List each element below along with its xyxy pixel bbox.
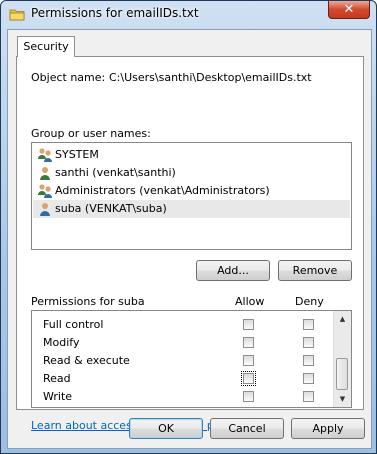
allow-checkbox[interactable]: [241, 371, 256, 386]
list-item-selected[interactable]: suba (VENKAT\suba): [33, 200, 350, 218]
scroll-up-arrow-icon[interactable]: ▲: [334, 311, 351, 327]
apply-button[interactable]: Apply: [291, 418, 365, 439]
allow-checkbox[interactable]: [243, 319, 254, 330]
folder-icon: [9, 9, 25, 21]
add-button[interactable]: Add...: [196, 260, 270, 281]
permission-name: Modify: [43, 336, 80, 349]
deny-checkbox[interactable]: [303, 373, 314, 384]
group-users-icon: [38, 148, 52, 162]
remove-button[interactable]: Remove: [278, 260, 352, 281]
user-icon: [40, 203, 50, 216]
list-item-label: suba (VENKAT\suba): [55, 202, 167, 215]
list-item-label: Administrators (venkat\Administrators): [55, 184, 270, 197]
group-names-label: Group or user names:: [31, 127, 151, 140]
deny-checkbox[interactable]: [303, 391, 314, 402]
object-name-value: C:\Users\santhi\Desktop\emailIDs.txt: [109, 71, 312, 84]
permission-name: Read & execute: [43, 354, 130, 367]
tab-security[interactable]: Security: [17, 36, 75, 57]
scroll-down-arrow-icon[interactable]: ▼: [334, 391, 351, 407]
allow-checkbox[interactable]: [243, 355, 254, 366]
deny-checkbox[interactable]: [303, 337, 314, 348]
permission-row: Read & execute: [32, 352, 334, 370]
permission-name: Write: [43, 390, 73, 403]
deny-checkbox[interactable]: [303, 319, 314, 330]
scrollbar-thumb[interactable]: [336, 358, 348, 390]
allow-checkbox[interactable]: [243, 337, 254, 348]
list-item[interactable]: SYSTEM: [33, 146, 350, 164]
group-users-icon: [38, 184, 52, 198]
object-name-label: Object name:: [31, 71, 106, 84]
close-button[interactable]: ✕: [328, 1, 370, 19]
window-title: Permissions for emailIDs.txt: [31, 6, 199, 20]
user-icon: [40, 167, 50, 180]
permission-name: Full control: [43, 318, 104, 331]
deny-checkbox[interactable]: [303, 355, 314, 366]
list-item-label: santhi (venkat\santhi): [55, 166, 176, 179]
permission-row: Modify: [32, 334, 334, 352]
permissions-dialog: Permissions for emailIDs.txt ✕ Security …: [0, 0, 377, 454]
permission-row: Read: [32, 370, 334, 388]
group-user-list[interactable]: SYSTEM santhi (venkat\santhi) Administra…: [31, 142, 352, 250]
deny-column-header: Deny: [295, 295, 324, 308]
title-bar[interactable]: Permissions for emailIDs.txt ✕: [1, 1, 376, 27]
permission-row: Write: [32, 388, 334, 406]
dialog-body: Security Object name: C:\Users\santhi\De…: [7, 29, 372, 449]
security-panel: Object name: C:\Users\santhi\Desktop\ema…: [16, 56, 364, 432]
ok-button[interactable]: OK: [129, 418, 203, 439]
permissions-for-label: Permissions for suba: [31, 295, 145, 308]
permission-name: Read: [43, 372, 71, 385]
list-item[interactable]: santhi (venkat\santhi): [33, 164, 350, 182]
cancel-button[interactable]: Cancel: [210, 418, 284, 439]
list-item-label: SYSTEM: [55, 148, 99, 161]
permission-row: Full control: [32, 316, 334, 334]
permissions-list: Full control Modify Read & execute Read: [31, 310, 352, 408]
allow-checkbox[interactable]: [243, 391, 254, 402]
permissions-scrollbar[interactable]: ▲ ▼: [333, 311, 351, 407]
list-item[interactable]: Administrators (venkat\Administrators): [33, 182, 350, 200]
allow-column-header: Allow: [235, 295, 265, 308]
